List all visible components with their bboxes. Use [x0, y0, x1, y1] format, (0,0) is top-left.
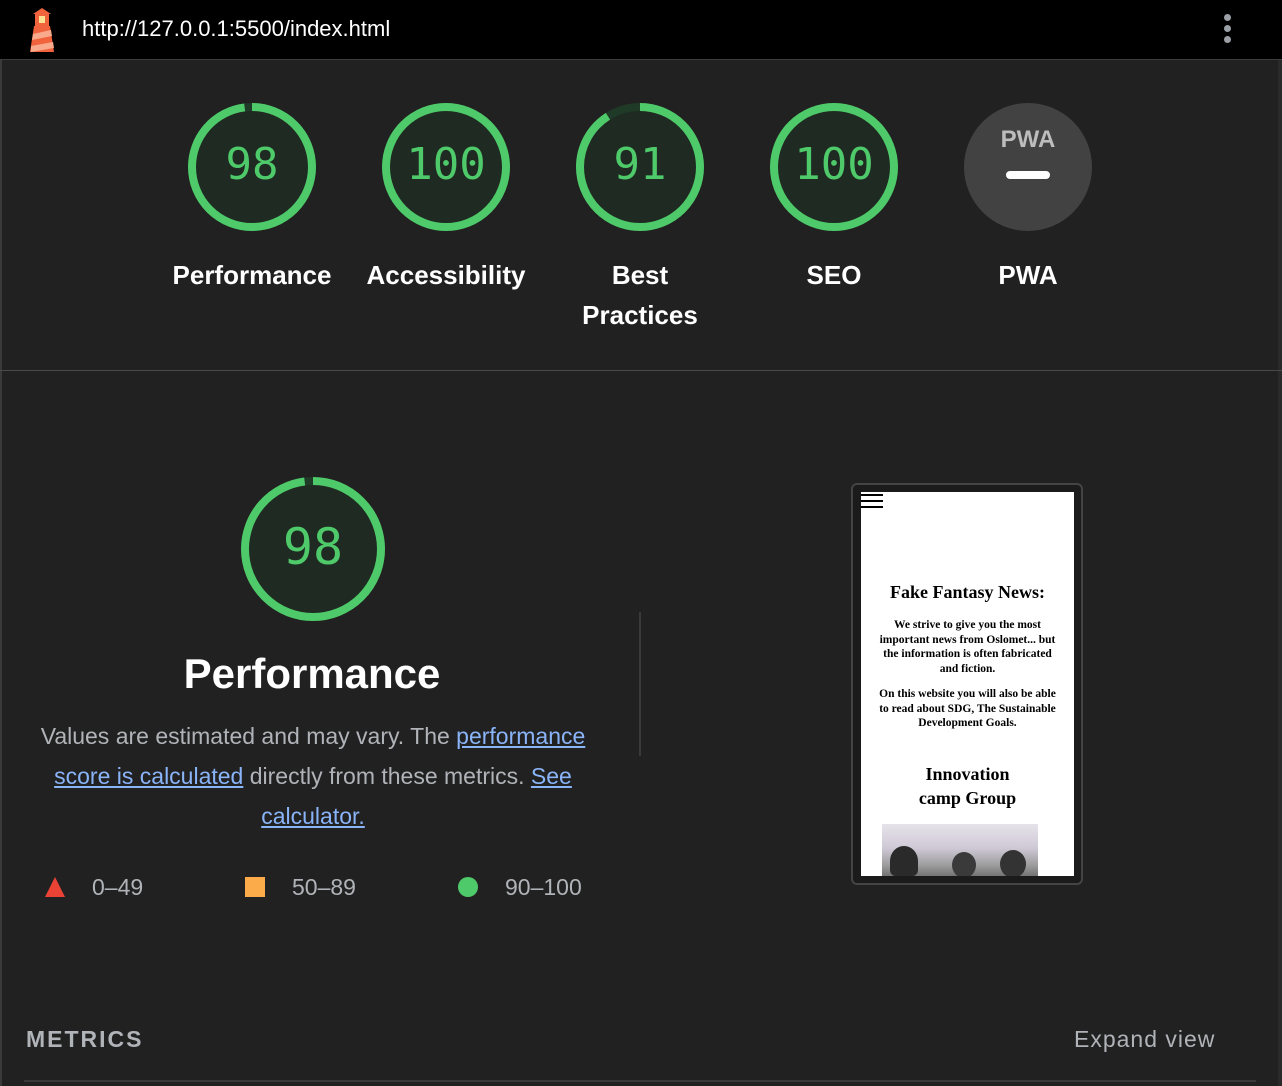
gauge-best-practices[interactable]: 91 Best Practices	[550, 101, 730, 335]
triangle-icon	[45, 877, 65, 897]
thumb-heading: Fake Fantasy News:	[890, 582, 1045, 602]
desc-text-1: Values are estimated and may vary. The	[40, 723, 457, 749]
performance-title: Performance	[183, 650, 441, 697]
desc-text-2: directly from these metrics.	[243, 763, 531, 789]
thumb-paragraph: On this website you will also be able to…	[879, 688, 1056, 729]
gauge-label: SEO	[806, 260, 862, 290]
gauge-pwa[interactable]: PWA PWA	[938, 101, 1118, 295]
legend-range: 0–49	[92, 874, 144, 900]
metrics-divider	[24, 1080, 1256, 1082]
gauge-label: PWA	[998, 260, 1058, 290]
metrics-heading: METRICS	[26, 1026, 144, 1052]
score-summary: 98 Performance 100 Accessibility 91 Best…	[0, 61, 1282, 371]
circle-icon	[458, 877, 478, 897]
section-divider	[639, 612, 641, 756]
gauge-score: 91	[613, 139, 667, 190]
performance-description: Values are estimated and may vary. The p…	[20, 716, 606, 836]
gauge-score: 100	[406, 139, 486, 190]
gauge-performance[interactable]: 98 Performance	[162, 101, 342, 295]
hamburger-menu-icon	[861, 494, 883, 510]
gauge-label: Accessibility	[366, 260, 526, 290]
page-screenshot[interactable]: Fake Fantasy News: We strive to give you…	[861, 492, 1074, 876]
top-bar: http://127.0.0.1:5500/index.html	[0, 0, 1282, 60]
lighthouse-logo-icon	[30, 8, 54, 52]
pwa-badge-icon: PWA	[964, 103, 1092, 231]
gauge-label: Best Practices	[582, 260, 698, 330]
group-photo	[882, 824, 1038, 876]
thumb-paragraph: We strive to give you the most important…	[879, 619, 1056, 675]
square-icon	[245, 877, 265, 897]
gauge-accessibility[interactable]: 100 Accessibility	[356, 101, 536, 295]
gauge-label: Performance	[172, 260, 332, 290]
legend-range: 90–100	[505, 874, 582, 900]
gauge-score: 98	[225, 139, 279, 190]
thumb-subheading-line: Innovation	[925, 764, 1010, 784]
more-options-icon[interactable]	[1216, 12, 1238, 48]
performance-score: 98	[282, 518, 344, 576]
thumb-subheading-line: camp Group	[918, 788, 1017, 808]
gauge-score: 100	[794, 139, 874, 190]
thumb-subheading: Innovation camp Group	[861, 762, 1074, 810]
legend-range: 50–89	[292, 874, 356, 900]
page-url: http://127.0.0.1:5500/index.html	[82, 16, 391, 41]
pwa-badge-text: PWA	[1001, 126, 1056, 153]
expand-view-button[interactable]: Expand view	[1074, 1026, 1215, 1053]
gauge-seo[interactable]: 100 SEO	[744, 101, 924, 295]
